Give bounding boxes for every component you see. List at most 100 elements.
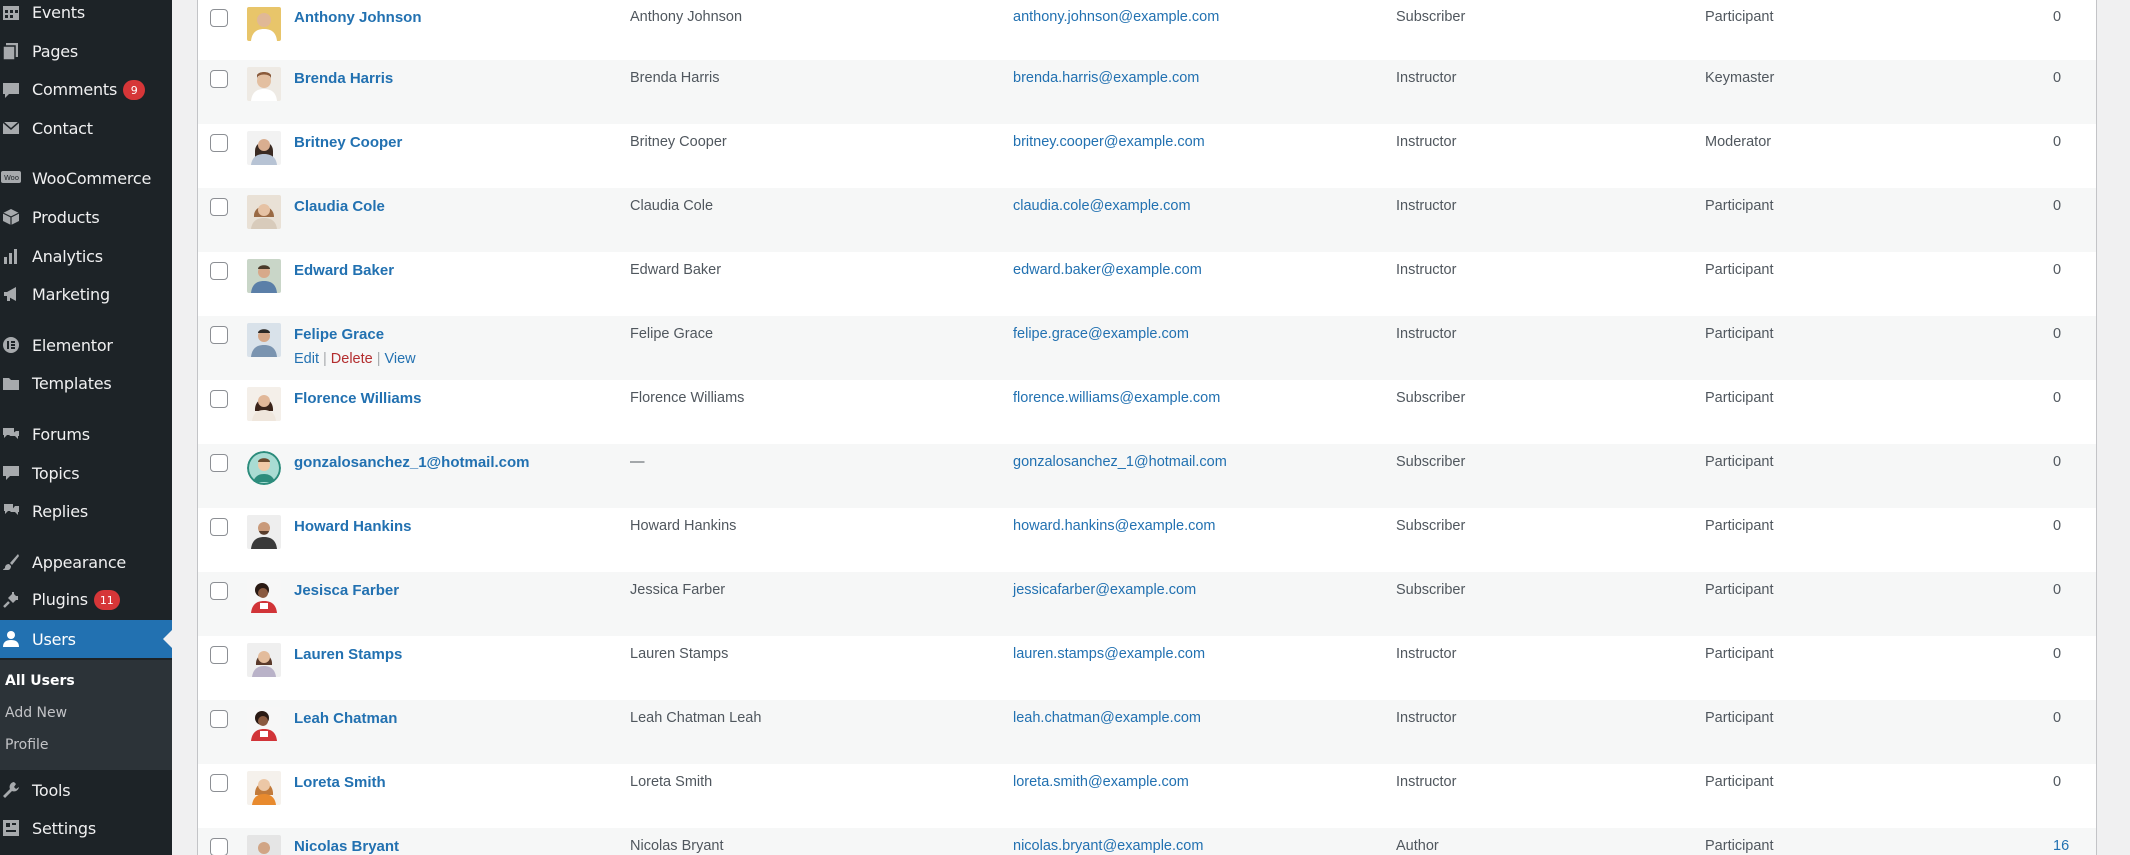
- user-email-link[interactable]: claudia.cole@example.com: [1013, 198, 1191, 214]
- sidebar-item-appearance[interactable]: Appearance: [0, 544, 172, 580]
- row-checkbox[interactable]: [210, 582, 228, 600]
- row-checkbox[interactable]: [210, 70, 228, 88]
- row-checkbox[interactable]: [210, 390, 228, 408]
- sidebar-item-analytics[interactable]: Analytics: [0, 238, 172, 274]
- separator: |: [323, 351, 327, 367]
- sidebar-item-label: Comments 9: [32, 80, 146, 101]
- post-count: 0: [2053, 326, 2062, 342]
- user-email-link[interactable]: howard.hankins@example.com: [1013, 518, 1216, 534]
- sidebar-item-settings[interactable]: Settings: [0, 810, 172, 846]
- user-login-link[interactable]: Brenda Harris: [294, 70, 393, 87]
- sidebar-item-replies[interactable]: Replies: [0, 493, 172, 529]
- sidebar-item-label: Appearance: [32, 552, 127, 572]
- view-user-link[interactable]: View: [384, 351, 415, 367]
- row-checkbox[interactable]: [210, 518, 228, 536]
- submenu-add-new[interactable]: Add New: [5, 705, 67, 721]
- forum-role: Participant: [1705, 9, 1774, 25]
- sidebar-item-templates[interactable]: Templates: [0, 365, 172, 401]
- topics-icon: [0, 462, 22, 484]
- user-email-link[interactable]: brenda.harris@example.com: [1013, 70, 1199, 86]
- submenu-all-users[interactable]: All Users: [5, 673, 75, 689]
- row-checkbox[interactable]: [210, 838, 228, 855]
- user-email-link[interactable]: britney.cooper@example.com: [1013, 134, 1205, 150]
- row-checkbox[interactable]: [210, 134, 228, 152]
- user-email-link[interactable]: felipe.grace@example.com: [1013, 326, 1189, 342]
- user-login-link[interactable]: Lauren Stamps: [294, 646, 402, 663]
- folder-icon: [0, 372, 22, 394]
- row-checkbox[interactable]: [210, 326, 228, 344]
- submenu-profile[interactable]: Profile: [5, 737, 49, 753]
- user-email-link[interactable]: loreta.smith@example.com: [1013, 774, 1189, 790]
- wrench-icon: [0, 779, 22, 801]
- user-login-link[interactable]: Claudia Cole: [294, 198, 385, 215]
- row-checkbox[interactable]: [210, 454, 228, 472]
- user-login-link[interactable]: Leah Chatman: [294, 710, 397, 727]
- sidebar-item-tools[interactable]: Tools: [0, 772, 172, 808]
- mail-icon: [0, 117, 22, 139]
- user-display-name: Claudia Cole: [630, 198, 714, 214]
- user-login-link[interactable]: Nicolas Bryant: [294, 838, 399, 855]
- user-email-link[interactable]: gonzalosanchez_1@hotmail.com: [1013, 454, 1227, 470]
- user-email-link[interactable]: leah.chatman@example.com: [1013, 710, 1201, 726]
- row-checkbox[interactable]: [210, 198, 228, 216]
- user-email-link[interactable]: edward.baker@example.com: [1013, 262, 1202, 278]
- sidebar-item-comments[interactable]: Comments 9: [0, 72, 172, 108]
- user-display-name: Loreta Smith: [630, 774, 713, 790]
- sidebar-item-label: Products: [32, 207, 100, 227]
- sidebar-item-plugins[interactable]: Plugins 11: [0, 582, 172, 618]
- sidebar-item-elementor[interactable]: Elementor: [0, 327, 172, 363]
- sidebar-item-users[interactable]: Users: [0, 620, 172, 658]
- sidebar-item-products[interactable]: Products: [0, 199, 172, 235]
- row-checkbox[interactable]: [210, 262, 228, 280]
- sidebar-item-contact[interactable]: Contact: [0, 110, 172, 146]
- table-row: Leah Chatman Leah Chatman Leah leah.chat…: [198, 700, 2096, 764]
- delete-user-link[interactable]: Delete: [331, 351, 373, 367]
- sidebar-item-forums[interactable]: Forums: [0, 416, 172, 452]
- user-login-link[interactable]: Florence Williams: [294, 390, 421, 407]
- user-login-link[interactable]: Anthony Johnson: [294, 9, 422, 26]
- user-login-link[interactable]: Howard Hankins: [294, 518, 412, 535]
- user-login-link[interactable]: Britney Cooper: [294, 134, 402, 151]
- row-checkbox[interactable]: [210, 646, 228, 664]
- user-email-link[interactable]: jessicafarber@example.com: [1013, 582, 1196, 598]
- row-checkbox[interactable]: [210, 774, 228, 792]
- user-email-link[interactable]: florence.williams@example.com: [1013, 390, 1220, 406]
- user-login-link[interactable]: Loreta Smith: [294, 774, 386, 791]
- post-count: 0: [2053, 774, 2062, 790]
- user-role: Subscriber: [1396, 582, 1466, 598]
- forum-role: Participant: [1705, 774, 1774, 790]
- user-role: Instructor: [1396, 646, 1457, 662]
- sidebar-item-events[interactable]: Events: [0, 0, 172, 30]
- post-count: 0: [2053, 582, 2062, 598]
- post-count: 0: [2053, 9, 2062, 25]
- user-login-link[interactable]: Jesisca Farber: [294, 582, 399, 599]
- forum-role: Moderator: [1705, 134, 1772, 150]
- row-checkbox[interactable]: [210, 9, 228, 27]
- post-count-link[interactable]: 16: [2053, 838, 2069, 854]
- sidebar-item-topics[interactable]: Topics: [0, 455, 172, 491]
- sidebar-item-pages[interactable]: Pages: [0, 33, 172, 69]
- user-login-link[interactable]: Felipe Grace: [294, 326, 384, 343]
- elementor-icon: [0, 334, 22, 356]
- forum-icon: [0, 423, 22, 445]
- user-role: Subscriber: [1396, 9, 1466, 25]
- post-count: 0: [2053, 262, 2062, 278]
- pages-icon: [0, 40, 22, 62]
- user-email-link[interactable]: lauren.stamps@example.com: [1013, 646, 1205, 662]
- user-role: Subscriber: [1396, 518, 1466, 534]
- avatar: [247, 67, 281, 101]
- user-email-link[interactable]: nicolas.bryant@example.com: [1013, 838, 1203, 854]
- user-login-link[interactable]: Edward Baker: [294, 262, 394, 279]
- row-actions: Edit | Delete | View: [294, 351, 416, 367]
- sidebar-item-woocommerce[interactable]: Woo WooCommerce: [0, 160, 172, 196]
- comment-icon: [0, 79, 22, 101]
- user-display-name: Lauren Stamps: [630, 646, 729, 662]
- row-checkbox[interactable]: [210, 710, 228, 728]
- edit-user-link[interactable]: Edit: [294, 351, 319, 367]
- user-login-link[interactable]: gonzalosanchez_1@hotmail.com: [294, 454, 530, 471]
- sidebar-item-marketing[interactable]: Marketing: [0, 276, 172, 312]
- user-email-link[interactable]: anthony.johnson@example.com: [1013, 9, 1219, 25]
- user-display-name: Nicolas Bryant: [630, 838, 724, 854]
- user-display-name: Leah Chatman Leah: [630, 710, 762, 726]
- sidebar-item-label: Marketing: [32, 284, 110, 304]
